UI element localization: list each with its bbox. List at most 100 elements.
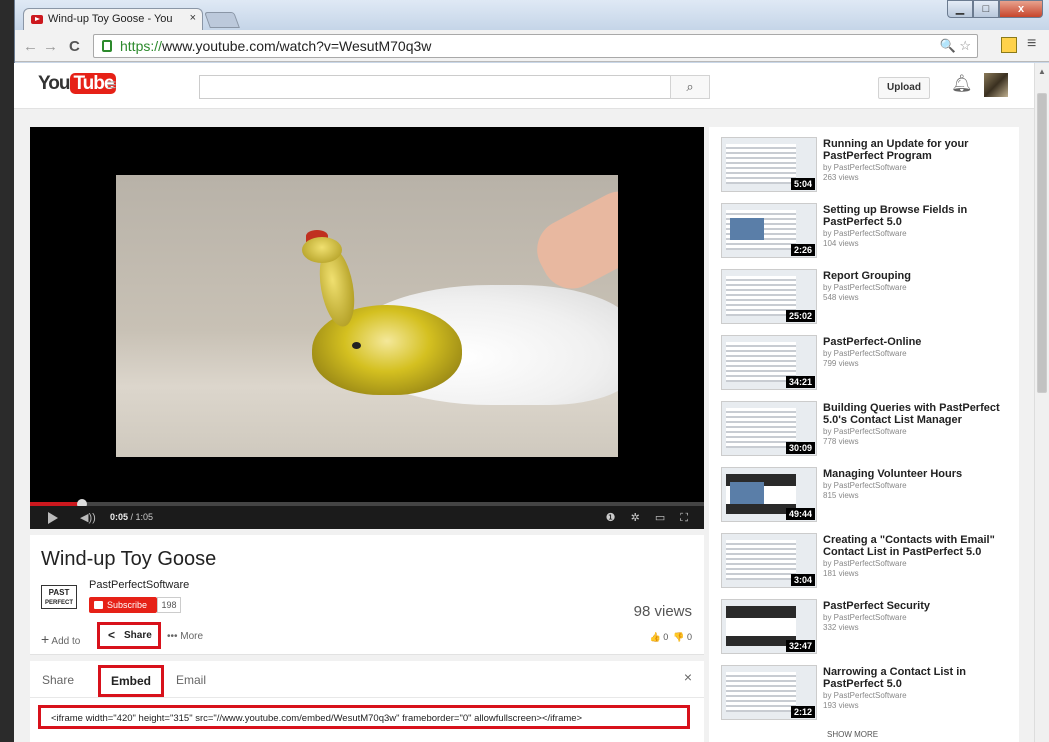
guide-menu-icon[interactable]: ≡ xyxy=(107,77,116,95)
related-video-item[interactable]: 2:26 Setting up Browse Fields in PastPerf… xyxy=(721,203,1011,263)
maximize-button[interactable]: □ xyxy=(973,0,999,18)
notification-bell-icon[interactable]: 🔔︎ xyxy=(951,74,973,94)
video-thumbnail[interactable]: 34:21 xyxy=(721,335,817,390)
related-video-item[interactable]: 3:04 Creating a "Contacts with Email" Con… xyxy=(721,533,1011,593)
related-video-item[interactable]: 34:21 PastPerfect-Online by PastPerfectSof… xyxy=(721,335,1011,395)
related-video-title[interactable]: Setting up Browse Fields in PastPerfect … xyxy=(823,204,1003,228)
related-video-channel[interactable]: by PastPerfectSoftware xyxy=(823,691,907,701)
video-duration: 5:04 xyxy=(790,178,815,190)
tab-close-icon[interactable]: × xyxy=(190,12,196,24)
tab-embed[interactable]: Embed xyxy=(98,665,165,697)
video-thumbnail[interactable]: 49:44 xyxy=(721,467,817,522)
add-to-button[interactable]: + Add to xyxy=(41,631,80,647)
play-icon[interactable] xyxy=(48,512,58,524)
close-icon[interactable]: × xyxy=(684,669,692,685)
dislike-button[interactable]: 👎 0 xyxy=(673,632,692,642)
video-thumbnail[interactable]: 32:47 xyxy=(721,599,817,654)
video-thumbnail[interactable]: 30:09 xyxy=(721,401,817,456)
masthead: You Tube ≡ ⌕ Upload 🔔︎ xyxy=(14,63,1034,109)
page-scrollbar[interactable]: ▲ xyxy=(1034,63,1049,742)
related-video-title[interactable]: Running an Update for your PastPerfect P… xyxy=(823,138,1003,162)
url-text: www.youtube.com/watch?v=WesutM70q3w xyxy=(162,38,432,54)
omnibox-icons: 🔍 ☆ xyxy=(940,35,971,57)
reload-icon[interactable]: C xyxy=(69,38,80,55)
youtube-logo[interactable]: You Tube xyxy=(38,73,117,95)
thumbnail-content xyxy=(726,540,796,580)
player-controls: ◀)) 0:05 / 1:05 ❶ ✲ ▭ ⛶ xyxy=(30,506,704,529)
related-video-title[interactable]: Report Grouping xyxy=(823,270,1003,282)
related-video-channel[interactable]: by PastPerfectSoftware xyxy=(823,283,907,293)
thumbnail-content xyxy=(726,672,796,712)
related-video-item[interactable]: 25:02 Report Grouping by PastPerfectSoftwa… xyxy=(721,269,1011,329)
related-video-channel[interactable]: by PastPerfectSoftware xyxy=(823,481,907,491)
volume-icon[interactable]: ◀)) xyxy=(80,511,96,524)
video-thumbnail[interactable]: 5:04 xyxy=(721,137,817,192)
related-video-item[interactable]: 5:04 Running an Update for your PastPerfe… xyxy=(721,137,1011,197)
related-video-views: 104 views xyxy=(823,239,859,248)
related-video-item[interactable]: 30:09 Building Queries with PastPerfect 5… xyxy=(721,401,1011,461)
browser-tab[interactable]: Wind-up Toy Goose - You × xyxy=(23,8,203,30)
more-button[interactable]: ••• More xyxy=(167,631,203,642)
show-more-button[interactable]: SHOW MORE xyxy=(827,730,878,739)
video-thumbnail[interactable]: 2:12 xyxy=(721,665,817,720)
share-button[interactable]: < Share xyxy=(97,622,161,649)
player-right-icons[interactable]: ❶ ✲ ▭ ⛶ xyxy=(606,511,694,525)
related-video-channel[interactable]: by PastPerfectSoftware xyxy=(823,613,907,623)
embed-code-field[interactable]: <iframe width="420" height="315" src="//… xyxy=(38,705,690,729)
search-button[interactable]: ⌕ xyxy=(670,75,710,99)
new-tab-button[interactable] xyxy=(204,12,240,28)
time-current: 0:05 xyxy=(110,512,129,522)
avatar[interactable] xyxy=(984,73,1008,97)
browser-toolbar: ← → C https://www.youtube.com/watch?v=We… xyxy=(15,30,1049,62)
scrollbar-thumb[interactable] xyxy=(1037,93,1047,393)
goose-eye xyxy=(352,342,361,349)
related-video-views: 181 views xyxy=(823,569,859,578)
related-video-channel[interactable]: by PastPerfectSoftware xyxy=(823,559,907,569)
tab-share[interactable]: Share xyxy=(42,673,74,687)
related-video-item[interactable]: 2:12 Narrowing a Contact List in PastPerf… xyxy=(721,665,1011,725)
channel-logo[interactable]: PAST PERFECT xyxy=(41,585,77,609)
bookmark-star-icon[interactable]: ☆ xyxy=(959,38,971,53)
related-video-channel[interactable]: by PastPerfectSoftware xyxy=(823,349,907,359)
video-player[interactable]: ◀)) 0:05 / 1:05 ❶ ✲ ▭ ⛶ xyxy=(30,127,704,529)
subscribe-button[interactable]: Subscribe xyxy=(89,597,157,613)
related-video-channel[interactable]: by PastPerfectSoftware xyxy=(823,163,907,173)
video-thumbnail[interactable]: 2:26 xyxy=(721,203,817,258)
related-video-views: 263 views xyxy=(823,173,859,182)
video-thumbnail[interactable]: 25:02 xyxy=(721,269,817,324)
minimize-button[interactable]: ▁ xyxy=(947,0,973,18)
close-window-button[interactable]: x xyxy=(999,0,1043,18)
video-duration: 30:09 xyxy=(785,442,815,454)
forward-arrow-icon[interactable]: → xyxy=(43,38,58,55)
thumbnail-graphic xyxy=(730,482,764,504)
related-video-item[interactable]: 49:44 Managing Volunteer Hours by PastPerf… xyxy=(721,467,1011,527)
related-video-title[interactable]: Narrowing a Contact List in PastPerfect … xyxy=(823,666,1003,690)
scroll-up-icon[interactable]: ▲ xyxy=(1038,67,1046,76)
browser-menu-icon[interactable]: ≡ xyxy=(1027,35,1036,53)
video-thumbnail[interactable]: 3:04 xyxy=(721,533,817,588)
back-arrow-icon[interactable]: ← xyxy=(23,38,38,55)
zoom-icon[interactable]: 🔍 xyxy=(940,38,956,53)
related-video-item[interactable]: 32:47 PastPerfect Security by PastPerfectS… xyxy=(721,599,1011,659)
time-display: 0:05 / 1:05 xyxy=(110,512,153,522)
related-video-views: 332 views xyxy=(823,623,859,632)
divider xyxy=(30,697,704,698)
tab-email[interactable]: Email xyxy=(176,673,206,687)
related-video-title[interactable]: Creating a "Contacts with Email" Contact… xyxy=(823,534,1003,558)
address-bar[interactable]: https://www.youtube.com/watch?v=WesutM70… xyxy=(93,34,978,58)
extension-icon[interactable] xyxy=(1001,37,1017,53)
plus-icon: + xyxy=(41,631,50,647)
url-scheme: https:// xyxy=(120,38,163,54)
upload-button[interactable]: Upload xyxy=(878,77,930,99)
related-video-channel[interactable]: by PastPerfectSoftware xyxy=(823,229,907,239)
video-duration: 3:04 xyxy=(790,574,815,586)
search-input[interactable] xyxy=(199,75,671,99)
thumbnail-graphic xyxy=(730,218,764,240)
related-video-title[interactable]: PastPerfect-Online xyxy=(823,336,1003,348)
related-video-channel[interactable]: by PastPerfectSoftware xyxy=(823,427,907,437)
related-video-title[interactable]: Managing Volunteer Hours xyxy=(823,468,1003,480)
channel-name[interactable]: PastPerfectSoftware xyxy=(89,579,189,591)
related-video-title[interactable]: PastPerfect Security xyxy=(823,600,1003,612)
like-button[interactable]: 👍 0 xyxy=(650,632,669,642)
related-video-title[interactable]: Building Queries with PastPerfect 5.0's … xyxy=(823,402,1003,426)
